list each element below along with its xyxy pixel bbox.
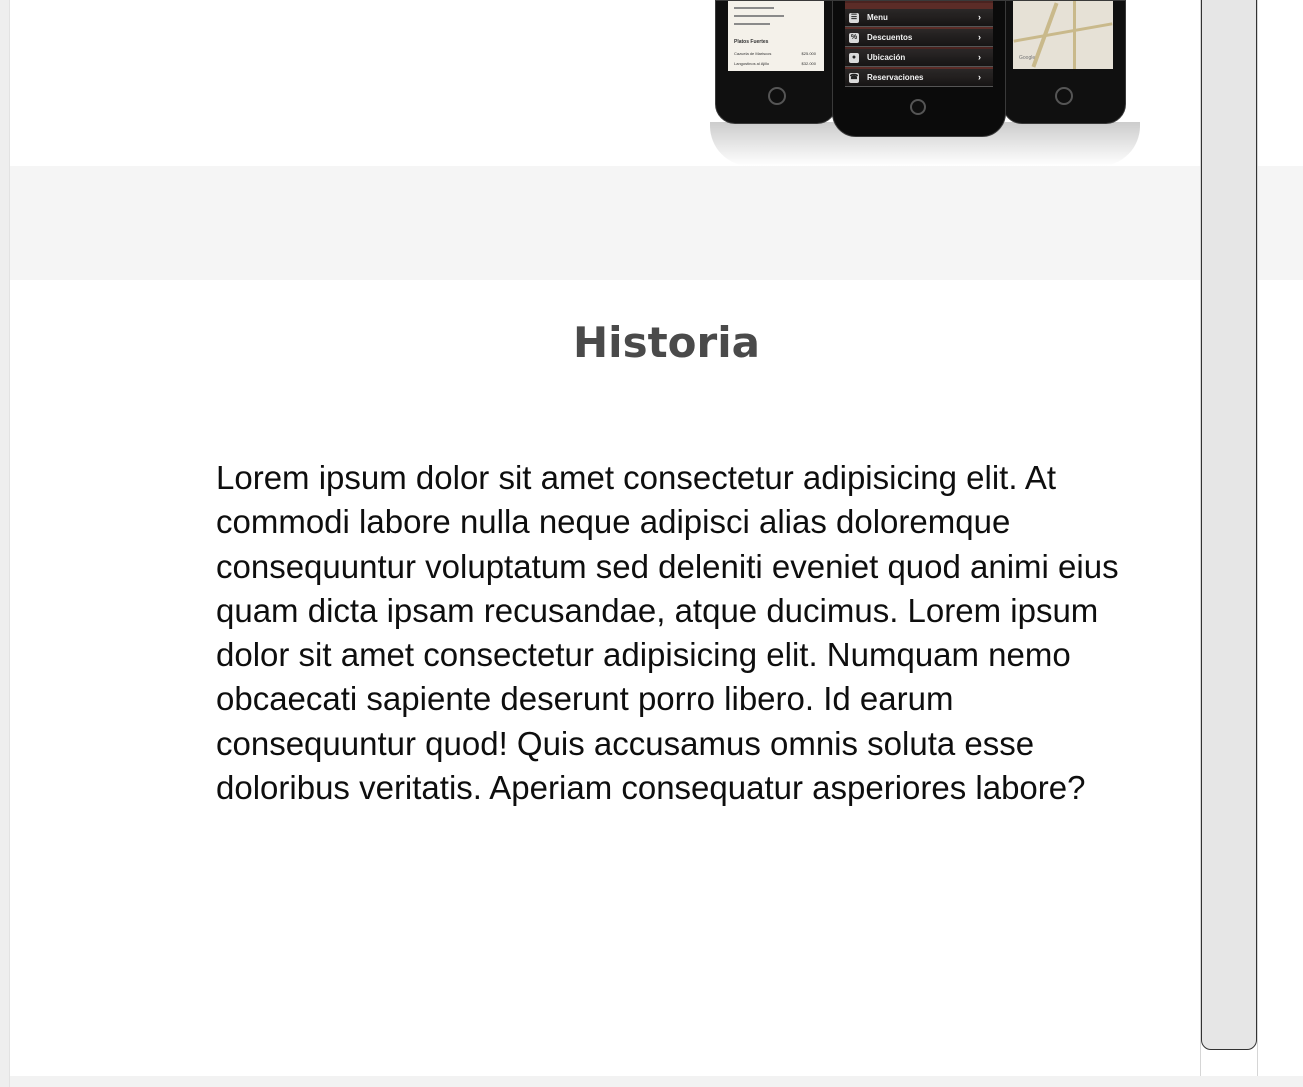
section-divider-band [10, 166, 1303, 280]
list-item-price: $25.000 [801, 51, 816, 56]
app-menu-item-descuentos: % Descuentos › [845, 29, 993, 47]
app-menu-label: Ubicación [867, 53, 906, 62]
phone-left: Platos Fuertes Cazuela de Mariscos $25.0… [715, 0, 837, 124]
app-menu-item-reservaciones: ☎ Reservaciones › [845, 69, 993, 87]
list-heading: Platos Fuertes [734, 39, 769, 45]
home-button [1055, 87, 1073, 105]
fork-knife-icon: ☰ [849, 12, 859, 23]
map-screen: Google [1013, 1, 1113, 69]
page-left-edge [0, 0, 10, 1087]
section-title: Historia [573, 318, 760, 367]
scrollbar-thumb[interactable] [1201, 0, 1257, 1050]
app-menu-screen: ☰ Menu › % Descuentos › ● Ubicación › ☎ … [845, 1, 993, 87]
chevron-right-icon: › [978, 52, 981, 62]
bottom-band [10, 1076, 1303, 1087]
map-pin-icon: ● [849, 52, 859, 63]
discount-icon: % [849, 32, 859, 43]
hero-section: Platos Fuertes Cazuela de Mariscos $25.0… [10, 0, 1303, 166]
map-road [1073, 1, 1076, 69]
app-menu-label: Reservaciones [867, 73, 924, 82]
app-menu-label: Menu [867, 13, 888, 22]
home-button [910, 99, 926, 115]
app-menu-item-ubicacion: ● Ubicación › [845, 49, 993, 67]
phone-center: ☰ Menu › % Descuentos › ● Ubicación › ☎ … [832, 0, 1006, 137]
map-road [1013, 22, 1113, 43]
list-line [734, 15, 784, 17]
list-line [734, 23, 770, 25]
chevron-right-icon: › [978, 32, 981, 42]
list-line [734, 7, 774, 9]
phone-icon: ☎ [849, 72, 859, 83]
chevron-right-icon: › [978, 12, 981, 22]
map-attribution: Google [1019, 55, 1036, 61]
phone-right: Google [1002, 0, 1126, 124]
menu-list-screen: Platos Fuertes Cazuela de Mariscos $25.0… [728, 1, 824, 71]
list-item-price: $32.000 [801, 61, 816, 66]
app-menu-item-menu: ☰ Menu › [845, 9, 993, 27]
list-item-name: Langostinos al Ajillo [734, 61, 770, 66]
home-button [768, 87, 786, 105]
chevron-right-icon: › [978, 72, 981, 82]
app-menu-label: Descuentos [867, 33, 913, 42]
section-body-text: Lorem ipsum dolor sit amet consectetur a… [216, 459, 1119, 807]
app-phones-image: Platos Fuertes Cazuela de Mariscos $25.0… [690, 0, 1146, 166]
list-item-name: Cazuela de Mariscos [734, 51, 772, 56]
